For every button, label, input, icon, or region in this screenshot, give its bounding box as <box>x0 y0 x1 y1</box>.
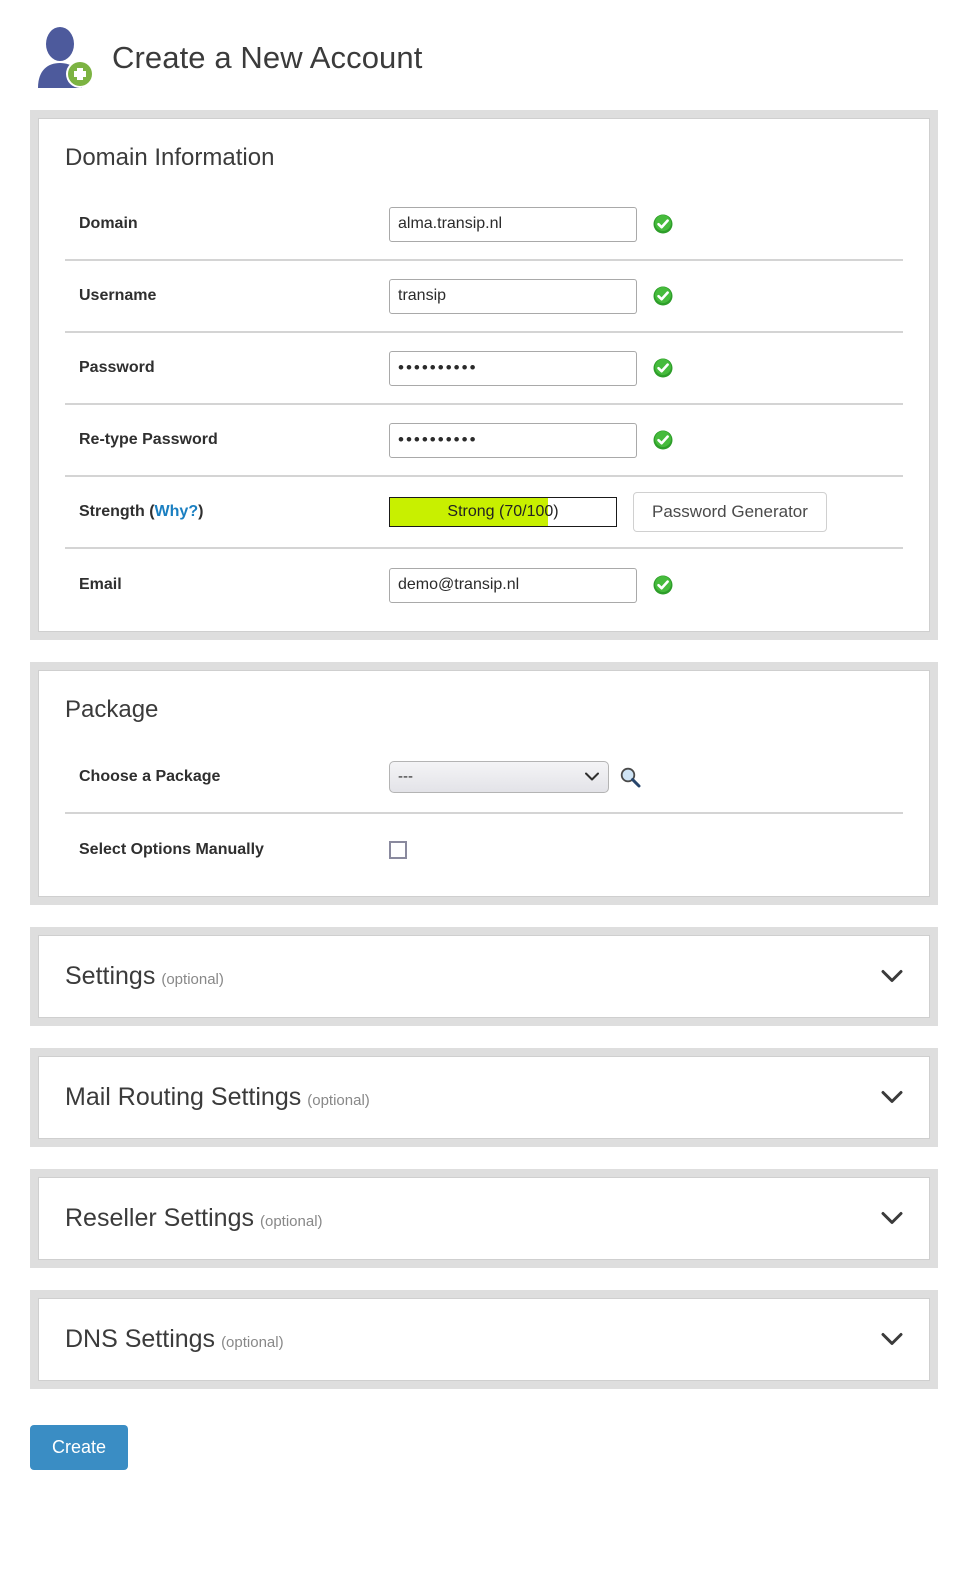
package-select[interactable]: --- <box>389 760 609 793</box>
collapsible-title-group: Reseller Settings (optional) <box>65 1204 323 1233</box>
green-check-icon <box>653 214 673 234</box>
row-password: Password <box>65 333 903 406</box>
collapsible-sections: Settings (optional) Mail Routing Settings (… <box>0 926 968 1389</box>
package-panel: Package Choose a Package --- Select Opti… <box>38 670 930 897</box>
password-strength-meter: Strong (70/100) <box>389 497 617 528</box>
user-add-icon <box>30 24 100 90</box>
row-strength: Strength (Why?) Strong (70/100) Password… <box>65 477 903 550</box>
collapsible-title-group: Settings (optional) <box>65 962 224 991</box>
collapsible-panel-wrap: Reseller Settings (optional) <box>30 1168 938 1268</box>
domain-information-panel: Domain Information Domain alma.transip.n… <box>38 118 930 633</box>
collapsible-title: Settings <box>65 961 156 990</box>
collapsible-panel: DNS Settings (optional) <box>38 1297 930 1381</box>
package-panel-wrap: Package Choose a Package --- Select Opti… <box>30 662 938 905</box>
green-check-icon <box>653 286 673 306</box>
collapsible-optional-label: (optional) <box>259 1212 323 1230</box>
row-username: Username <box>65 261 903 334</box>
create-button[interactable]: Create <box>30 1424 129 1470</box>
collapsible-panel-wrap: Mail Routing Settings (optional) <box>30 1047 938 1147</box>
domain-information-panel-wrap: Domain Information Domain alma.transip.n… <box>30 110 938 641</box>
row-select-options-manually: Select Options Manually <box>65 814 903 886</box>
collapsible-title: Reseller Settings <box>65 1203 254 1232</box>
email-label: Email <box>79 576 122 594</box>
collapsible-panel-wrap: Settings (optional) <box>30 926 938 1026</box>
row-retype-password: Re-type Password <box>65 405 903 478</box>
row-domain: Domain <box>65 189 903 262</box>
collapsible-optional-label: (optional) <box>161 970 224 988</box>
collapsible-panel: Settings (optional) <box>38 934 930 1018</box>
collapsible-header[interactable]: Settings (optional) <box>39 936 929 1017</box>
chevron-down-icon[interactable] <box>881 1090 903 1104</box>
collapsible-title: DNS Settings <box>65 1324 216 1353</box>
row-email: Email <box>65 549 903 621</box>
green-check-icon <box>653 575 673 595</box>
chevron-down-icon[interactable] <box>881 1332 903 1346</box>
chevron-down-icon[interactable] <box>881 1211 903 1225</box>
page-title: Create a New Account <box>112 39 423 75</box>
retype-password-label: Re-type Password <box>79 431 218 449</box>
collapsible-panel: Mail Routing Settings (optional) <box>38 1055 930 1139</box>
footer-actions: Create <box>0 1411 968 1470</box>
retype-password-input[interactable] <box>389 422 637 458</box>
select-options-manually-checkbox[interactable] <box>389 840 407 859</box>
choose-package-label: Choose a Package <box>79 767 221 785</box>
row-choose-package: Choose a Package --- <box>65 742 903 814</box>
collapsible-title: Mail Routing Settings <box>65 1082 302 1111</box>
why-link[interactable]: Why? <box>155 503 199 520</box>
password-strength-text: Strong (70/100) <box>447 503 559 521</box>
collapsible-header[interactable]: DNS Settings (optional) <box>39 1299 929 1380</box>
collapsible-title-group: Mail Routing Settings (optional) <box>65 1083 370 1112</box>
chevron-down-icon[interactable] <box>881 969 903 983</box>
domain-label: Domain <box>79 215 138 233</box>
strength-label-suffix: ) <box>198 503 204 521</box>
create-account-page: Create a New Account Domain Information … <box>0 0 968 1575</box>
password-input[interactable] <box>389 350 637 386</box>
domain-information-title: Domain Information <box>65 144 275 171</box>
collapsible-header[interactable]: Mail Routing Settings (optional) <box>39 1057 929 1138</box>
collapsible-optional-label: (optional) <box>307 1091 370 1109</box>
collapsible-title-group: DNS Settings (optional) <box>65 1325 284 1354</box>
collapsible-optional-label: (optional) <box>221 1333 284 1351</box>
email-input[interactable] <box>389 567 637 603</box>
strength-label-prefix: Strength ( <box>79 503 155 521</box>
magnifier-icon[interactable] <box>619 766 641 788</box>
collapsible-panel: Reseller Settings (optional) <box>38 1176 930 1260</box>
username-label: Username <box>79 287 157 305</box>
green-check-icon <box>653 358 673 378</box>
domain-input[interactable] <box>389 206 637 242</box>
package-title: Package <box>65 696 159 724</box>
select-options-manually-label: Select Options Manually <box>79 840 264 858</box>
collapsible-header[interactable]: Reseller Settings (optional) <box>39 1178 929 1259</box>
green-check-icon <box>653 430 673 450</box>
username-input[interactable] <box>389 278 637 314</box>
page-header: Create a New Account <box>0 0 968 110</box>
password-label: Password <box>79 359 155 377</box>
strength-label: Strength (Why?) <box>79 503 389 521</box>
password-generator-button[interactable]: Password Generator <box>633 492 827 533</box>
collapsible-panel-wrap: DNS Settings (optional) <box>30 1289 938 1389</box>
